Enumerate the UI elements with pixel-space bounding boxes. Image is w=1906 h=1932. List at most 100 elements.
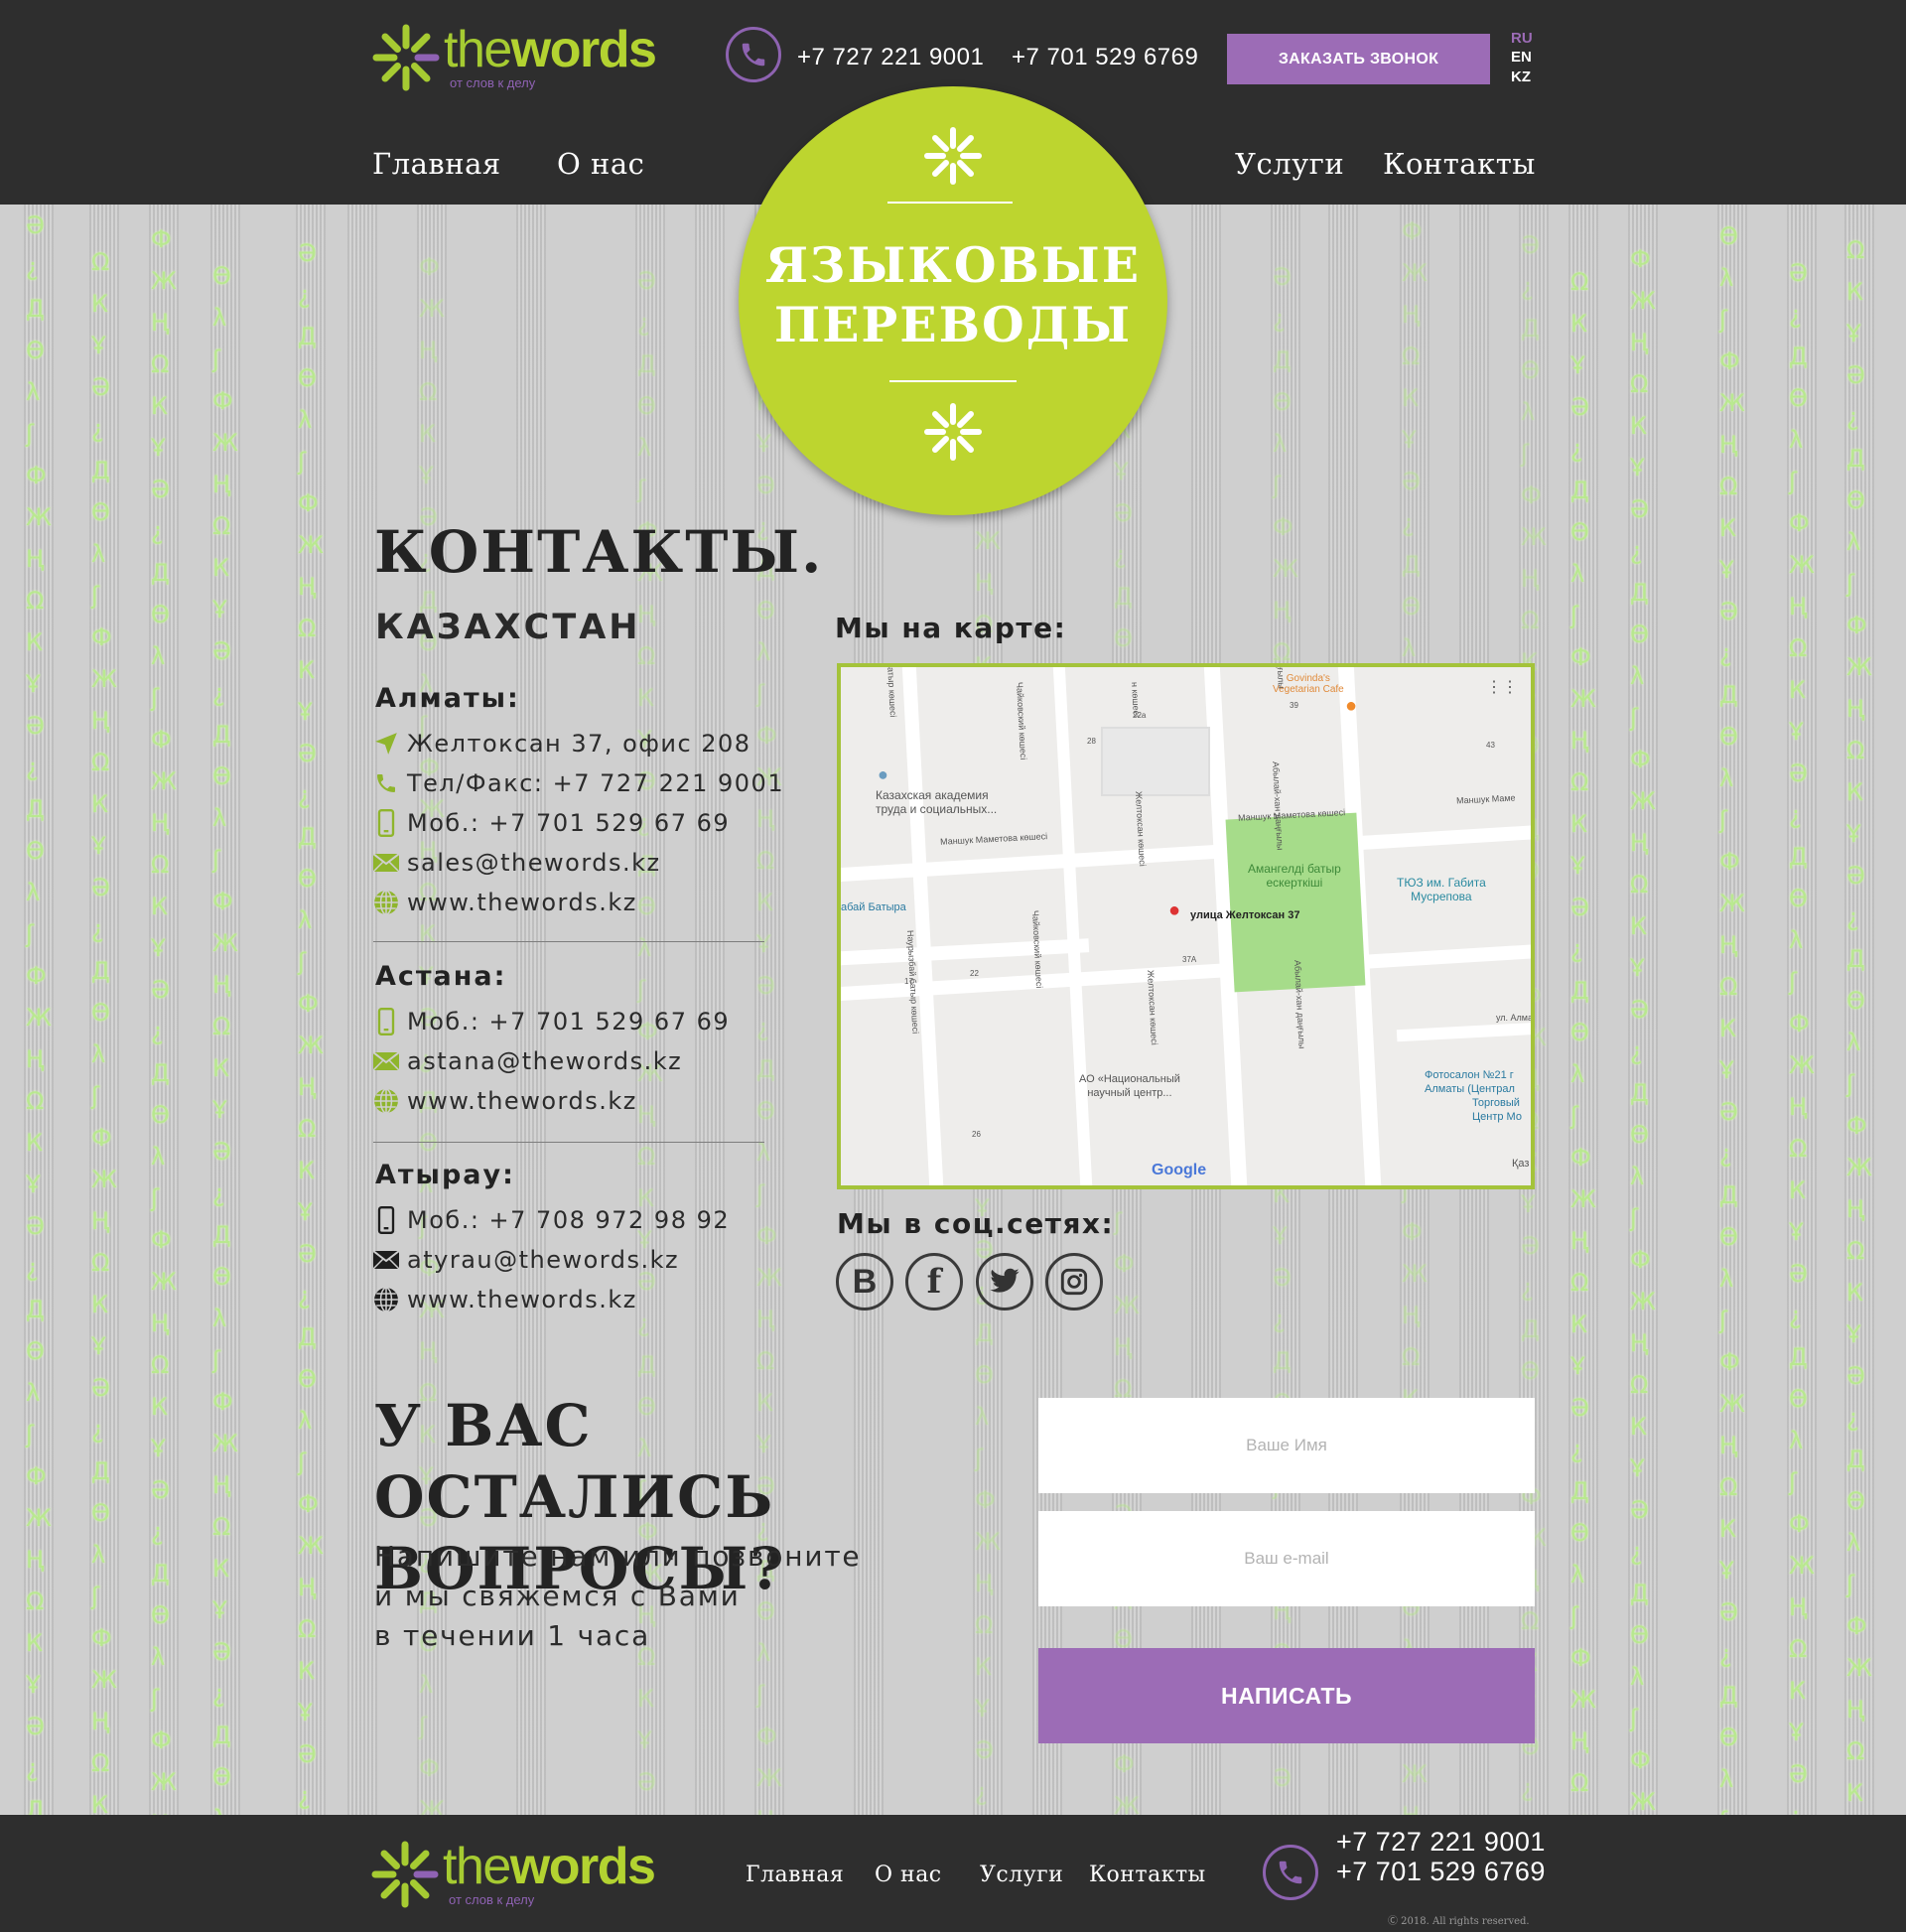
atyrau-website[interactable]: www.thewords.kz	[373, 1283, 637, 1316]
globe-icon	[373, 890, 399, 915]
lang-ru[interactable]: RU	[1511, 30, 1533, 47]
footer-phone-1[interactable]: +7 727 221 9001	[1336, 1827, 1546, 1858]
name-input[interactable]	[1038, 1398, 1535, 1493]
email-input[interactable]	[1038, 1511, 1535, 1606]
astana-email[interactable]: astana@thewords.kz	[373, 1044, 682, 1078]
almaty-email-text: sales@thewords.kz	[407, 849, 661, 877]
map-label-academy: Казахская академия труда и социальных...	[876, 788, 998, 816]
matrix-column: Ω К Ұ Ә ¿ Д Ө λ ʃ Ф Ж Ң Ω К Ұ Ә ¿ Д Ө λ …	[1568, 205, 1598, 1815]
map-label-street: Қаз	[1512, 1158, 1530, 1170]
astana-website-text: www.thewords.kz	[407, 1087, 637, 1115]
map-label-natl: АО «Национальный научный центр...	[1079, 1073, 1180, 1099]
map-house-number: 17	[904, 977, 913, 986]
country-title: КАЗАХСТАН	[375, 608, 641, 647]
astana-website[interactable]: www.thewords.kz	[373, 1084, 637, 1118]
map-road	[1396, 1019, 1531, 1042]
astana-mobile[interactable]: Моб.: +7 701 529 67 69	[373, 1005, 730, 1038]
matrix-column: Ә ¿ Д Ө λ ʃ Ф Ж Ң Ω К Ұ Ә ¿ Д Ө λ ʃ Ф Ж …	[1787, 205, 1817, 1815]
restaurant-pin-icon: ●	[1345, 695, 1358, 717]
almaty-email[interactable]: sales@thewords.kz	[373, 846, 661, 880]
footer-nav-about[interactable]: О нас	[875, 1863, 942, 1887]
map-label-street: даңғылы	[1275, 663, 1287, 689]
questions-text-line-2: и мы свяжемся с Вами	[374, 1580, 741, 1612]
footer-nav-home[interactable]: Главная	[746, 1863, 844, 1887]
city-astana: Астана:	[375, 961, 507, 992]
map-label-street: ул. Алма	[1496, 1013, 1534, 1023]
nav-home[interactable]: Главная	[372, 147, 501, 181]
questions-title-line-1: У ВАС ОСТАЛИСЬ	[374, 1392, 775, 1531]
atyrau-mobile-text: Моб.: +7 708 972 98 92	[407, 1206, 731, 1234]
vk-icon[interactable]: B	[836, 1253, 893, 1311]
lang-kz[interactable]: KZ	[1511, 69, 1531, 85]
footer-logo-wordmark: thewords	[443, 1838, 656, 1895]
almaty-website[interactable]: www.thewords.kz	[373, 886, 637, 919]
almaty-phone[interactable]: Тел/Факс: +7 727 221 9001	[373, 766, 784, 800]
burst-logo-icon	[371, 1841, 439, 1908]
burst-logo-icon	[372, 24, 440, 91]
location-arrow-icon	[373, 731, 399, 757]
google-logo: Google	[1152, 1162, 1207, 1178]
hero-title-line-1: ЯЗЫКОВЫЕ	[764, 236, 1142, 294]
nav-contacts[interactable]: Контакты	[1383, 147, 1536, 181]
atyrau-email[interactable]: atyrau@thewords.kz	[373, 1243, 679, 1277]
divider	[373, 1142, 764, 1143]
map-road	[841, 823, 1531, 883]
logo-word-the: the	[443, 1838, 511, 1895]
map-label-pin: улица Желтоксан 37	[1190, 909, 1300, 921]
grid-menu-icon[interactable]: ⋮⋮	[1486, 677, 1518, 697]
nav-about[interactable]: О нас	[557, 147, 644, 181]
map-house-number: 39	[1290, 701, 1298, 710]
matrix-column: Ө λ ʃ Ф Ж Ң Ω К Ұ Ә ¿ Д Ө λ ʃ Ф Ж Ң Ω К …	[1717, 205, 1747, 1815]
almaty-address: Желтоксан 37, офис 208	[373, 727, 751, 760]
map-house-number: 26	[972, 1130, 981, 1139]
submit-button[interactable]: НАПИСАТЬ	[1038, 1648, 1535, 1743]
mail-icon	[373, 1247, 399, 1273]
matrix-column: Ω К Ұ Ә ¿ Д Ө λ ʃ Ф Ж Ң Ω К Ұ Ә ¿ Д Ө λ …	[89, 205, 119, 1815]
matrix-column: Ф Ж Ң Ω К Ұ Ә ¿ Д Ө λ ʃ Ф Ж Ң Ω К Ұ Ә ¿ …	[1628, 205, 1658, 1815]
contacts-title: КОНТАКТЫ.	[374, 518, 824, 586]
facebook-icon[interactable]: f	[905, 1253, 963, 1311]
map-label-street: батыр көшесі	[885, 663, 898, 718]
header-phone-1[interactable]: +7 727 221 9001	[797, 44, 984, 71]
footer-phone-2[interactable]: +7 701 529 6769	[1336, 1857, 1546, 1887]
phone-icon	[373, 770, 399, 796]
copyright: Ⓒ 2018. All rights reserved.	[1388, 1916, 1530, 1927]
mobile-icon	[373, 1206, 399, 1234]
city-almaty: Алматы:	[375, 683, 520, 714]
globe-icon	[373, 1088, 399, 1114]
map-house-number: 37А	[1182, 955, 1197, 964]
almaty-mobile[interactable]: Моб.: +7 701 529 67 69	[373, 806, 730, 840]
map-label-street: Маншук Маметова көшесі	[939, 831, 1048, 847]
logo[interactable]: thewords от слов к делу	[372, 21, 657, 91]
map-house-number: 43	[1486, 741, 1495, 750]
map-building	[1101, 727, 1210, 796]
lang-en[interactable]: EN	[1511, 49, 1532, 66]
logo-word-words: words	[510, 21, 657, 78]
questions-text: Напишите нам или позвоните и мы свяжемся…	[374, 1537, 930, 1656]
questions-text-line-3: в течении 1 часа	[374, 1619, 651, 1652]
logo-wordmark: thewords	[444, 21, 657, 78]
footer-nav-services[interactable]: Услуги	[980, 1863, 1063, 1887]
callback-button[interactable]: ЗАКАЗАТЬ ЗВОНОК	[1227, 34, 1490, 84]
nav-services[interactable]: Услуги	[1235, 147, 1344, 181]
atyrau-mobile[interactable]: Моб.: +7 708 972 98 92	[373, 1203, 730, 1237]
map-label-tyuz: ТЮЗ им. Габита Мусрепова	[1397, 876, 1486, 903]
header-phone-2[interactable]: +7 701 529 6769	[1012, 44, 1198, 71]
mail-icon	[373, 850, 399, 876]
footer-logo[interactable]: thewords от слов к делу	[371, 1838, 656, 1908]
almaty-website-text: www.thewords.kz	[407, 889, 637, 916]
footer-nav-contacts[interactable]: Контакты	[1089, 1863, 1206, 1887]
map-label-park: Амангелді батыр ескерткіші	[1248, 862, 1341, 890]
phone-icon[interactable]	[1263, 1845, 1318, 1900]
astana-mobile-text: Моб.: +7 701 529 67 69	[407, 1008, 731, 1035]
map-house-number: 22	[970, 969, 979, 978]
instagram-icon[interactable]	[1045, 1253, 1103, 1311]
burst-icon	[924, 403, 982, 461]
map-road	[841, 938, 1090, 966]
phone-icon[interactable]	[726, 27, 781, 82]
astana-email-text: astana@thewords.kz	[407, 1047, 683, 1075]
twitter-icon[interactable]	[976, 1253, 1033, 1311]
map[interactable]: Govinda's Vegetarian Cafe ● ● Казахская а…	[837, 663, 1535, 1189]
almaty-mobile-text: Моб.: +7 701 529 67 69	[407, 809, 731, 837]
hero-title-line-2: ПЕРЕВОДЫ	[773, 296, 1133, 353]
